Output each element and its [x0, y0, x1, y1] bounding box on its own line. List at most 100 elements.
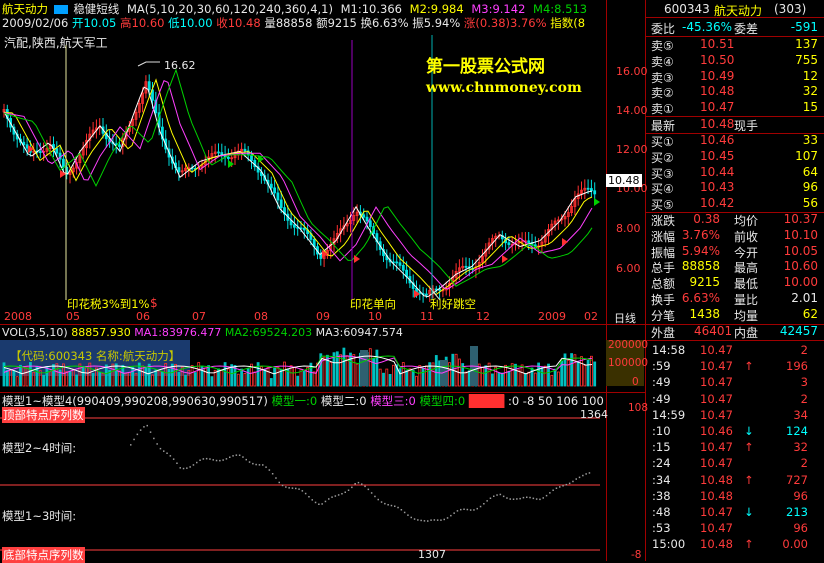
- model-trace-dot: [298, 488, 300, 490]
- buy-label: 买②: [651, 150, 674, 165]
- model-trace-dot: [156, 443, 158, 445]
- tick-volume: 0.00: [782, 537, 808, 552]
- model-trace-dot: [229, 456, 231, 458]
- tick-row[interactable]: :15 10.47 ↑ 32: [648, 440, 822, 455]
- model-trace-dot: [196, 461, 198, 464]
- buy-volume: 107: [795, 148, 818, 163]
- tick-price: 10.47: [700, 440, 733, 455]
- model-trace-dot: [496, 494, 498, 496]
- model-trace-dot: [232, 455, 234, 457]
- tick-row[interactable]: 15:00 10.48 ↑ 0.00: [648, 537, 822, 552]
- tick-volume: 96: [793, 488, 808, 503]
- model-trace-dot: [304, 492, 307, 495]
- model-trace-dot: [139, 429, 142, 431]
- model-trace-dot: [489, 497, 492, 499]
- model-trace-dot: [473, 509, 475, 511]
- stat-row[interactable]: 总手 88858 最高 10.60: [648, 259, 822, 275]
- axis-divider: [606, 0, 607, 561]
- tick-volume: 124: [786, 424, 808, 438]
- tick-row[interactable]: :53 10.47 96: [648, 521, 822, 536]
- stat-row[interactable]: 分笔 1438 均量 62: [648, 307, 822, 323]
- model-trace-dot: [542, 497, 544, 499]
- tick-row[interactable]: :49 10.47 3: [648, 375, 822, 390]
- tick-volume: 3: [800, 375, 808, 390]
- vol-axis-tick: 200000: [608, 339, 649, 351]
- weibi-label: 委比: [651, 22, 676, 36]
- vol-axis-tick: 100000: [608, 357, 649, 369]
- tick-arrow: ↑: [744, 359, 754, 374]
- tick-row[interactable]: :10 10.46 ↓ 124: [648, 424, 822, 439]
- tick-row[interactable]: :24 10.47 2: [648, 456, 822, 471]
- model-trace-dot: [222, 459, 224, 461]
- stat-value: 2.01: [791, 291, 818, 305]
- tick-price: 10.47: [700, 359, 733, 374]
- period-label[interactable]: 日线: [614, 310, 636, 326]
- model-trace-dot: [526, 496, 528, 498]
- tick-row[interactable]: 14:58 10.47 2: [648, 343, 822, 358]
- model-trace-dot: [394, 505, 396, 507]
- sell-row[interactable]: 卖③ 10.49 12: [648, 69, 822, 85]
- tick-row[interactable]: :59 10.47 ↑ 196: [648, 359, 822, 374]
- model-trace-dot: [212, 459, 214, 461]
- sell-row[interactable]: 卖① 10.47 15: [648, 100, 822, 116]
- sell-row[interactable]: 卖④ 10.50 755: [648, 53, 822, 69]
- model-trace-dot: [166, 452, 168, 454]
- buy-row[interactable]: 买③ 10.44 64: [648, 165, 822, 181]
- model-trace-dot: [430, 519, 432, 521]
- model-trace-dot: [328, 498, 330, 500]
- buy-volume: 96: [802, 180, 818, 195]
- sell-volume: 137: [795, 37, 818, 51]
- buy-row[interactable]: 买⑤ 10.42 56: [648, 196, 822, 212]
- model-trace-dot: [506, 497, 508, 499]
- stat-row[interactable]: 涨幅 3.76% 前收 10.10: [648, 228, 822, 244]
- tick-row[interactable]: 14:59 10.47 34: [648, 408, 822, 423]
- sell-row[interactable]: 卖⑤ 10.51 137: [648, 37, 822, 53]
- stat-value: 88858: [681, 259, 720, 274]
- sell-label: 卖③: [651, 70, 674, 85]
- model-trace-dot: [192, 464, 195, 466]
- stat-row[interactable]: 总额 9215 最低 10.00: [648, 275, 822, 291]
- tick-time: 14:58: [652, 343, 686, 357]
- model-trace-dot: [351, 486, 353, 489]
- tick-price: 10.48: [700, 537, 733, 552]
- stat-row[interactable]: 振幅 5.94% 今开 10.05: [648, 244, 822, 260]
- tick-row[interactable]: :38 10.48 96: [648, 489, 822, 504]
- buy-row[interactable]: 买④ 10.43 96: [648, 180, 822, 196]
- tick-row[interactable]: :48 10.47 ↓ 213: [648, 505, 822, 520]
- model-trace-dot: [545, 494, 548, 497]
- model-trace-dot: [582, 474, 584, 477]
- buy-volume: 33: [802, 133, 818, 147]
- model-trace-dot: [377, 498, 379, 501]
- weibi-value: -45.36%: [682, 20, 733, 34]
- sell-row[interactable]: 卖② 10.48 32: [648, 84, 822, 100]
- tick-price: 10.47: [700, 505, 733, 519]
- tick-time: :15: [652, 440, 671, 455]
- stat-row[interactable]: 涨跌 0.38 均价 10.37: [648, 212, 822, 228]
- model-trace-dot: [486, 500, 488, 502]
- buy-row[interactable]: 买① 10.46 33: [648, 133, 822, 149]
- outer-label: 外盘: [651, 326, 676, 340]
- sell-price: 10.47: [700, 100, 735, 115]
- stat-row[interactable]: 换手 6.63% 量比 2.01: [648, 291, 822, 307]
- buy-label: 买④: [651, 182, 674, 197]
- price-axis-tick: 12.00: [616, 143, 648, 156]
- stat-label: 总额: [651, 277, 676, 292]
- buy-row[interactable]: 买② 10.45 107: [648, 149, 822, 165]
- tick-row[interactable]: :34 10.48 ↑ 727: [648, 473, 822, 488]
- model-trace-dot: [258, 464, 261, 466]
- tick-row[interactable]: :49 10.47 2: [648, 392, 822, 407]
- tick-time: 15:00: [652, 537, 686, 552]
- model-trace-dot: [354, 483, 356, 485]
- model-trace-dot: [291, 487, 294, 489]
- stat-value: 6.63%: [681, 291, 720, 305]
- model-chart[interactable]: [0, 0, 606, 561]
- model-trace-dot: [265, 466, 267, 468]
- model-axis-tick: -8: [631, 549, 642, 561]
- model-trace-dot: [483, 503, 485, 505]
- model-trace-dot: [578, 476, 581, 479]
- model-trace-dot: [532, 497, 535, 500]
- stat-label: 涨跌: [651, 214, 676, 228]
- model-trace-dot: [493, 495, 495, 497]
- tick-volume: 2: [800, 343, 808, 357]
- model-trace-dot: [130, 444, 132, 446]
